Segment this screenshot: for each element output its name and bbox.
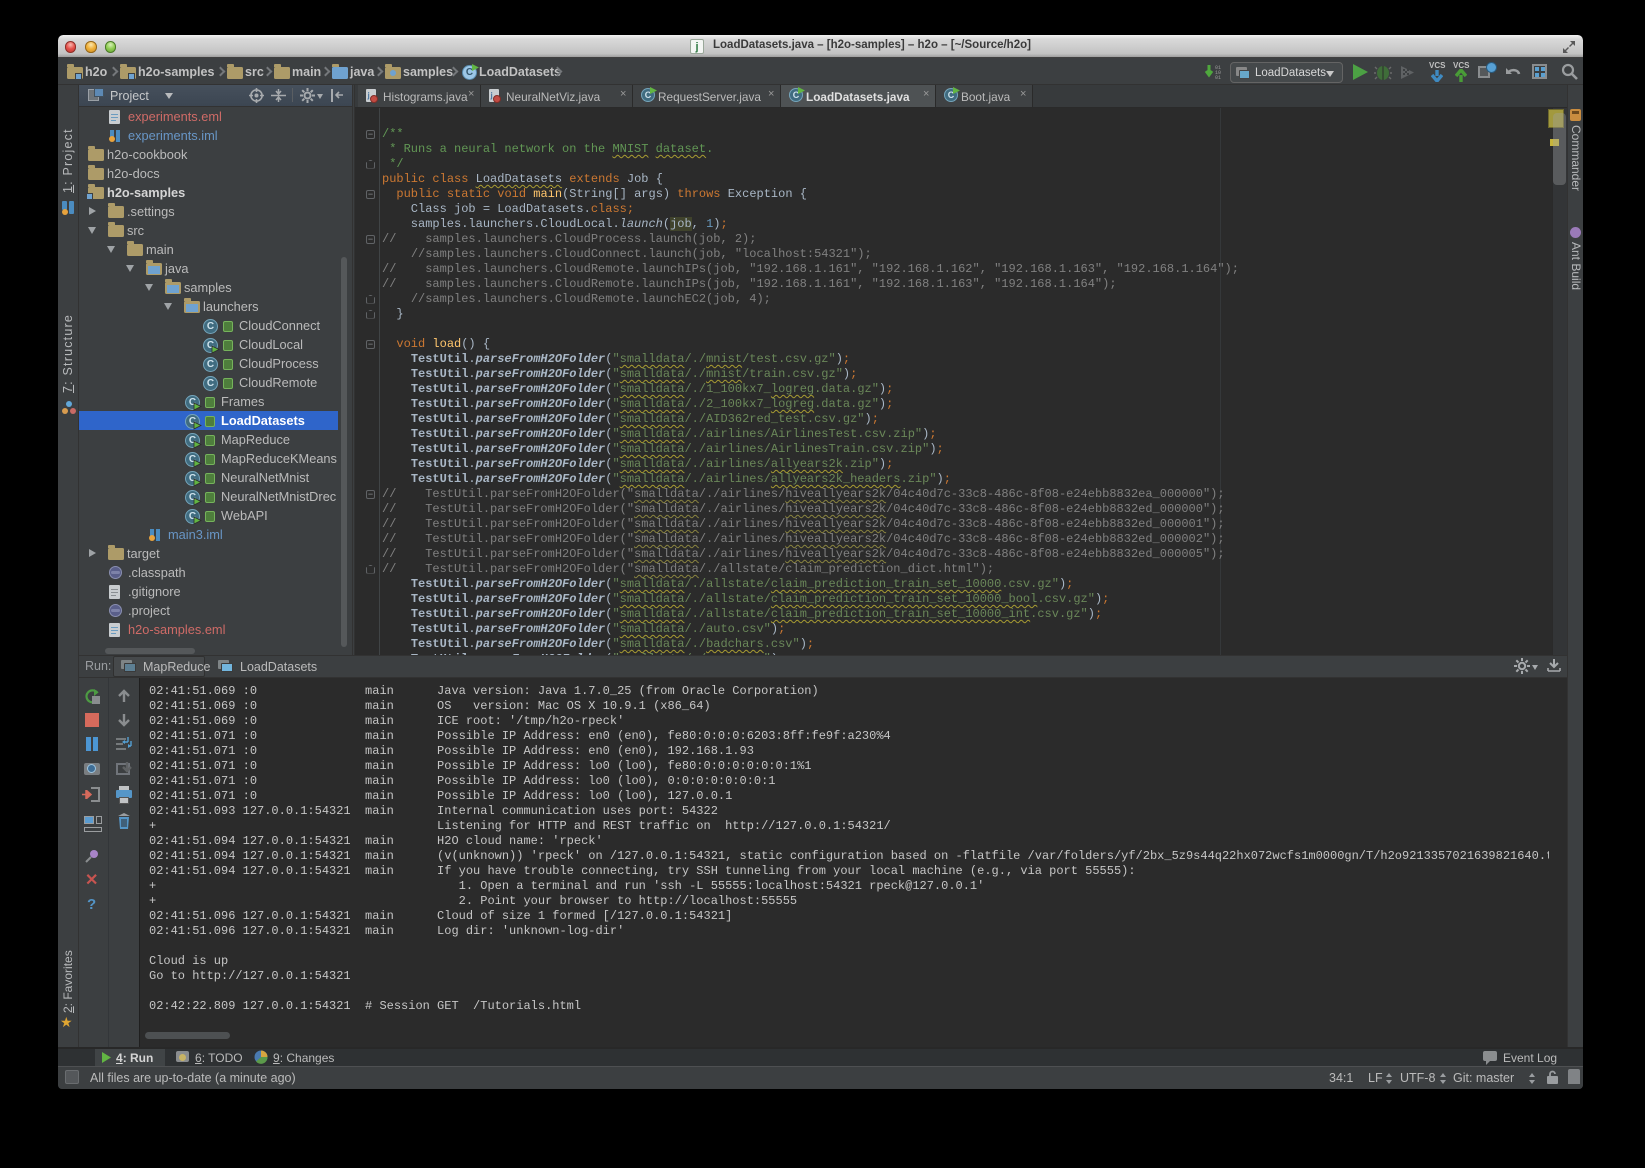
svg-text:01: 01 xyxy=(1215,75,1221,80)
